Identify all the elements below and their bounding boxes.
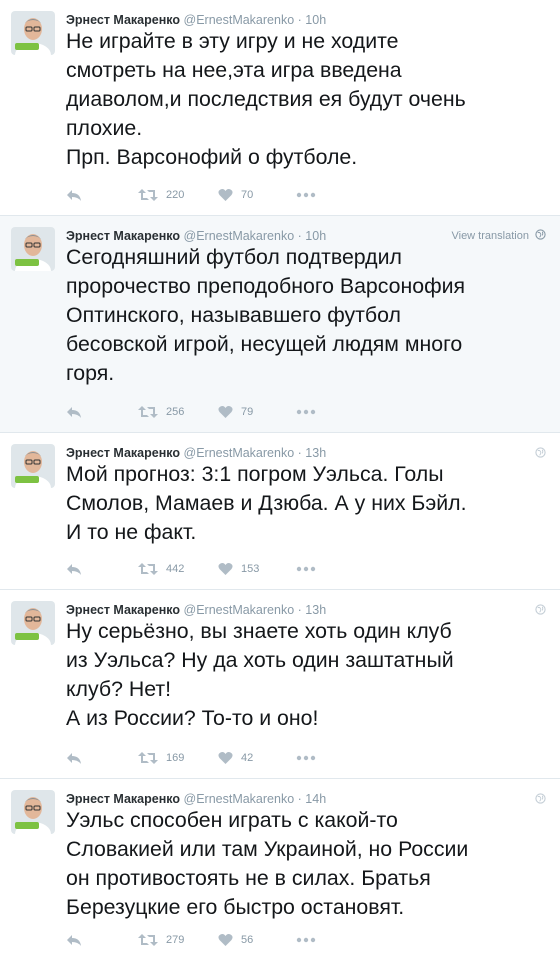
tweet[interactable]: Эрнест Макаренко @ErnestMakarenko · 13h … (0, 590, 560, 779)
avatar[interactable] (11, 601, 55, 645)
reply-icon (67, 407, 81, 418)
more-dots-icon (296, 192, 316, 198)
avatar[interactable] (11, 444, 55, 488)
author-name[interactable]: Эрнест Макаренко (66, 603, 180, 617)
author-handle[interactable]: @ErnestMakarenko (184, 446, 295, 460)
retweet-icon (138, 189, 158, 201)
reply-icon (67, 190, 81, 201)
reply-button[interactable] (66, 931, 82, 949)
more-button[interactable] (296, 186, 316, 204)
retweet-button[interactable]: 256 (138, 403, 184, 421)
more-button[interactable] (296, 403, 316, 421)
avatar[interactable] (11, 227, 55, 271)
retweet-button[interactable]: 279 (138, 931, 184, 949)
globe-icon (535, 229, 546, 240)
retweet-icon (138, 752, 158, 764)
tweet-actions: 256 79 (66, 403, 366, 421)
heart-icon (218, 563, 233, 575)
author-handle[interactable]: @ErnestMakarenko (184, 229, 295, 243)
more-dots-icon (296, 937, 316, 943)
timestamp[interactable]: 14h (305, 792, 326, 806)
tweet[interactable]: Эрнест Макаренко @ErnestMakarenko · 10h … (0, 0, 560, 216)
tweet-text: Сегодняшний футбол подтвердил пророчеств… (66, 245, 466, 385)
retweet-count: 279 (166, 934, 185, 946)
heart-icon (218, 189, 233, 201)
retweet-button[interactable]: 442 (138, 560, 184, 578)
like-button[interactable]: 79 (218, 403, 253, 421)
author-name[interactable]: Эрнест Макаренко (66, 229, 180, 243)
avatar[interactable] (11, 790, 55, 834)
tweet-actions: 279 56 (66, 931, 366, 949)
globe-icon[interactable] (535, 793, 546, 804)
like-button[interactable]: 70 (218, 186, 253, 204)
like-count: 56 (241, 934, 254, 946)
like-count: 70 (241, 189, 254, 201)
retweet-count: 220 (166, 189, 185, 201)
author-handle[interactable]: @ErnestMakarenko (184, 603, 295, 617)
separator-dot: · (297, 603, 302, 617)
retweet-button[interactable]: 220 (138, 186, 184, 204)
tweet-text: Ну серьёзно, вы знаете хоть один клуб из… (66, 619, 454, 730)
tweet[interactable]: Эрнест Макаренко @ErnestMakarenko · 14h … (0, 779, 560, 960)
tweet-actions: 169 42 (66, 749, 366, 767)
retweet-count: 442 (166, 563, 185, 575)
like-count: 42 (241, 752, 254, 764)
reply-icon (67, 564, 81, 575)
tweet[interactable]: Эрнест Макаренко @ErnestMakarenko · 13h … (0, 433, 560, 590)
more-dots-icon (296, 755, 316, 761)
tweet[interactable]: Эрнест Макаренко @ErnestMakarenko · 10h … (0, 216, 560, 433)
timestamp[interactable]: 10h (305, 229, 326, 243)
globe-icon[interactable] (535, 447, 546, 458)
reply-icon (67, 753, 81, 764)
like-count: 79 (241, 406, 254, 418)
retweet-button[interactable]: 169 (138, 749, 184, 767)
avatar[interactable] (11, 11, 55, 55)
separator-dot: · (297, 13, 302, 27)
author-name[interactable]: Эрнест Макаренко (66, 13, 180, 27)
reply-button[interactable] (66, 403, 82, 421)
heart-icon (218, 934, 233, 946)
tweet-feed: Эрнест Макаренко @ErnestMakarenko · 10h … (0, 0, 560, 960)
heart-icon (218, 406, 233, 418)
like-button[interactable]: 153 (218, 560, 259, 578)
like-button[interactable]: 42 (218, 749, 253, 767)
reply-button[interactable] (66, 560, 82, 578)
tweet-actions: 220 70 (66, 186, 366, 204)
author-handle[interactable]: @ErnestMakarenko (184, 792, 295, 806)
view-translation-label: View translation (451, 230, 529, 242)
author-name[interactable]: Эрнест Макаренко (66, 446, 180, 460)
reply-button[interactable] (66, 186, 82, 204)
author-handle[interactable]: @ErnestMakarenko (184, 13, 295, 27)
reply-button[interactable] (66, 749, 82, 767)
retweet-icon (138, 563, 158, 575)
tweet-text: Мой прогноз: 3:1 погром Уэльса. Голы Смо… (66, 462, 467, 544)
tweet-text: Уэльс способен играть с какой-то Словаки… (66, 808, 469, 919)
separator-dot: · (297, 792, 302, 806)
heart-icon (218, 752, 233, 764)
like-button[interactable]: 56 (218, 931, 253, 949)
globe-icon[interactable] (535, 604, 546, 615)
timestamp[interactable]: 13h (305, 446, 326, 460)
retweet-count: 169 (166, 752, 185, 764)
reply-icon (67, 935, 81, 946)
tweet-text: Не играйте в эту игру и не ходите смотре… (66, 29, 466, 169)
more-dots-icon (296, 566, 316, 572)
retweet-icon (138, 406, 158, 418)
separator-dot: · (297, 446, 302, 460)
more-button[interactable] (296, 560, 316, 578)
timestamp[interactable]: 13h (305, 603, 326, 617)
like-count: 153 (241, 563, 260, 575)
tweet-actions: 442 153 (66, 560, 366, 578)
retweet-icon (138, 934, 158, 946)
retweet-count: 256 (166, 406, 185, 418)
separator-dot: · (297, 229, 302, 243)
more-dots-icon (296, 409, 316, 415)
more-button[interactable] (296, 749, 316, 767)
timestamp[interactable]: 10h (305, 13, 326, 27)
author-name[interactable]: Эрнест Макаренко (66, 792, 180, 806)
more-button[interactable] (296, 931, 316, 949)
